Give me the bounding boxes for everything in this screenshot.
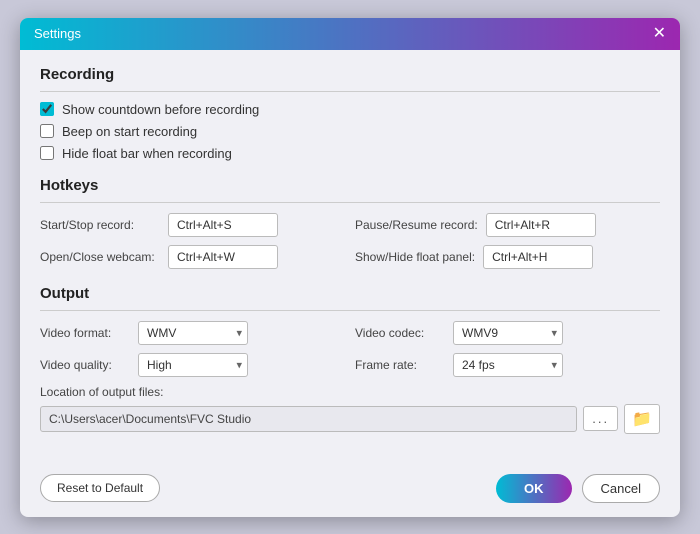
location-input[interactable] bbox=[40, 406, 577, 432]
beep-checkbox-row: Beep on start recording bbox=[40, 124, 660, 139]
float-panel-row: Show/Hide float panel: bbox=[355, 245, 660, 269]
hotkeys-section: Hotkeys Start/Stop record: Pause/Resume … bbox=[40, 177, 660, 269]
close-button[interactable]: ✕ bbox=[653, 26, 666, 42]
main-content: Recording Show countdown before recordin… bbox=[20, 50, 680, 464]
webcam-label: Open/Close webcam: bbox=[40, 250, 160, 264]
video-quality-label: Video quality: bbox=[40, 358, 130, 372]
recording-title: Recording bbox=[40, 66, 660, 83]
start-stop-row: Start/Stop record: bbox=[40, 213, 345, 237]
output-title: Output bbox=[40, 285, 660, 302]
dialog-title: Settings bbox=[34, 26, 81, 41]
recording-divider bbox=[40, 91, 660, 92]
start-stop-label: Start/Stop record: bbox=[40, 218, 160, 232]
video-quality-select-wrapper: High Medium Low bbox=[138, 353, 248, 377]
pause-resume-row: Pause/Resume record: bbox=[355, 213, 660, 237]
video-codec-row: Video codec: WMV9 H.264 H.265 bbox=[355, 321, 660, 345]
hotkeys-grid: Start/Stop record: Pause/Resume record: … bbox=[40, 213, 660, 269]
video-format-row: Video format: WMV MP4 AVI MOV bbox=[40, 321, 345, 345]
folder-button[interactable]: 📁 bbox=[624, 404, 660, 434]
countdown-checkbox-row: Show countdown before recording bbox=[40, 102, 660, 117]
location-row: ... 📁 bbox=[40, 404, 660, 434]
settings-dialog: Settings ✕ Recording Show countdown befo… bbox=[20, 18, 680, 517]
video-format-select[interactable]: WMV MP4 AVI MOV bbox=[138, 321, 248, 345]
countdown-checkbox[interactable] bbox=[40, 102, 54, 116]
title-bar: Settings ✕ bbox=[20, 18, 680, 50]
pause-resume-label: Pause/Resume record: bbox=[355, 218, 478, 232]
video-quality-select[interactable]: High Medium Low bbox=[138, 353, 248, 377]
video-format-label: Video format: bbox=[40, 326, 130, 340]
frame-rate-row: Frame rate: 24 fps 30 fps 60 fps bbox=[355, 353, 660, 377]
pause-resume-input[interactable] bbox=[486, 213, 596, 237]
webcam-input[interactable] bbox=[168, 245, 278, 269]
float-panel-input[interactable] bbox=[483, 245, 593, 269]
float-panel-label: Show/Hide float panel: bbox=[355, 250, 475, 264]
hotkeys-divider bbox=[40, 202, 660, 203]
frame-rate-label: Frame rate: bbox=[355, 358, 445, 372]
video-format-select-wrapper: WMV MP4 AVI MOV bbox=[138, 321, 248, 345]
video-codec-label: Video codec: bbox=[355, 326, 445, 340]
location-label: Location of output files: bbox=[40, 385, 660, 399]
float-bar-checkbox[interactable] bbox=[40, 146, 54, 160]
frame-rate-select-wrapper: 24 fps 30 fps 60 fps bbox=[453, 353, 563, 377]
browse-dots-button[interactable]: ... bbox=[583, 406, 618, 431]
webcam-row: Open/Close webcam: bbox=[40, 245, 345, 269]
ok-button[interactable]: OK bbox=[496, 474, 572, 503]
start-stop-input[interactable] bbox=[168, 213, 278, 237]
float-bar-label: Hide float bar when recording bbox=[62, 146, 232, 161]
output-grid: Video format: WMV MP4 AVI MOV Video code… bbox=[40, 321, 660, 377]
output-section: Output Video format: WMV MP4 AVI MOV bbox=[40, 285, 660, 434]
beep-checkbox[interactable] bbox=[40, 124, 54, 138]
beep-label: Beep on start recording bbox=[62, 124, 197, 139]
countdown-label: Show countdown before recording bbox=[62, 102, 259, 117]
float-bar-checkbox-row: Hide float bar when recording bbox=[40, 146, 660, 161]
output-divider bbox=[40, 310, 660, 311]
video-quality-row: Video quality: High Medium Low bbox=[40, 353, 345, 377]
frame-rate-select[interactable]: 24 fps 30 fps 60 fps bbox=[453, 353, 563, 377]
reset-button[interactable]: Reset to Default bbox=[40, 474, 160, 502]
recording-section: Recording Show countdown before recordin… bbox=[40, 66, 660, 161]
footer-right: OK Cancel bbox=[496, 474, 660, 503]
video-codec-select-wrapper: WMV9 H.264 H.265 bbox=[453, 321, 563, 345]
video-codec-select[interactable]: WMV9 H.264 H.265 bbox=[453, 321, 563, 345]
hotkeys-title: Hotkeys bbox=[40, 177, 660, 194]
cancel-button[interactable]: Cancel bbox=[582, 474, 660, 503]
footer: Reset to Default OK Cancel bbox=[20, 464, 680, 517]
